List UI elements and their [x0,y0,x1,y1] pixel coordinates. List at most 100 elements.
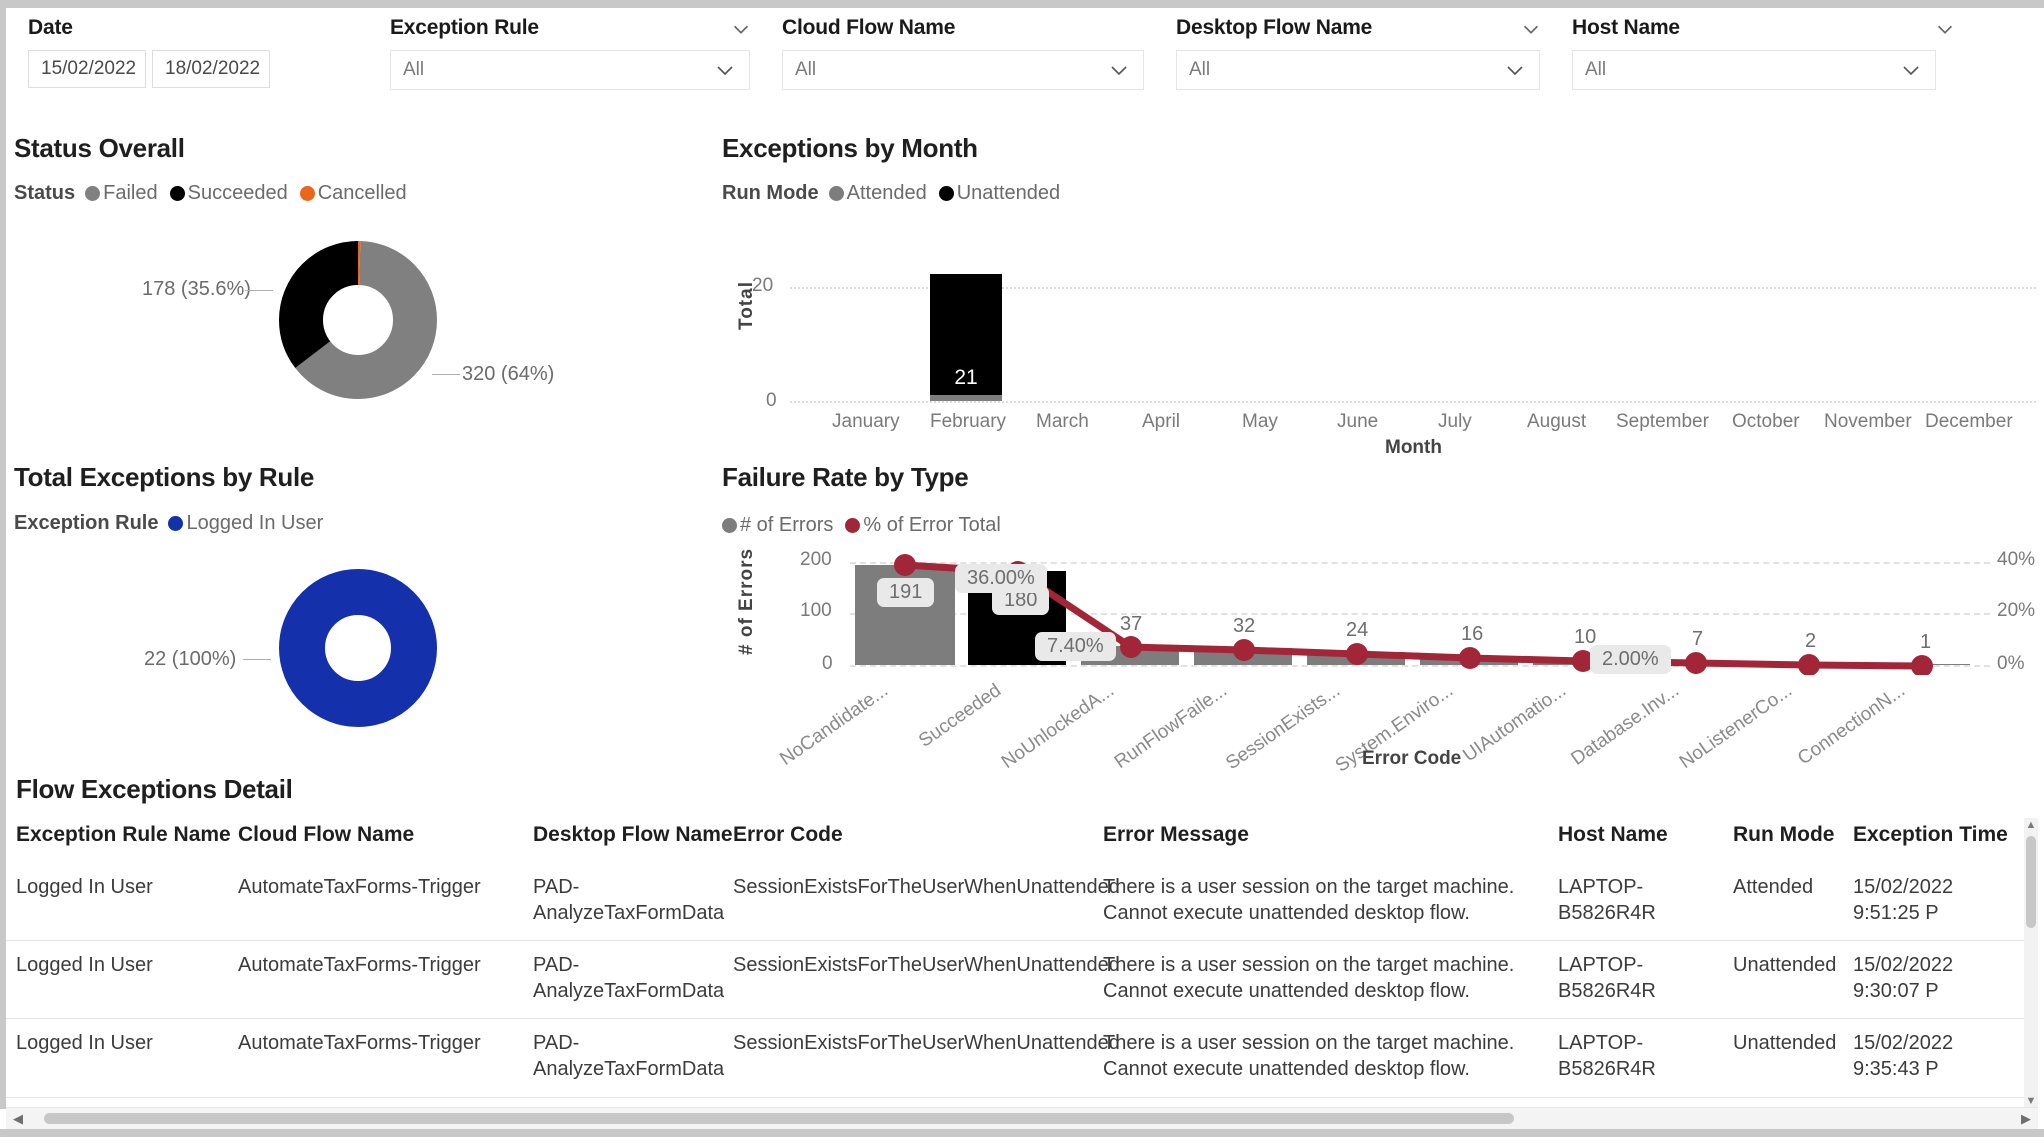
cell-host-name: LAPTOP-B5826R4R [1558,876,1656,924]
table-scroll-thumb-vertical[interactable] [2026,836,2036,928]
host-name-select[interactable]: All [1572,50,1936,90]
col-header-desktop-flow-name[interactable]: Desktop Flow Name [523,819,733,863]
bar-february-attended [930,395,1002,401]
date-range-inputs: 15/02/2022 18/02/2022 [28,50,270,88]
month-tick-june: June [1337,411,1379,432]
error-message-line-2: Cannot execute unattended desktop flow. [1103,979,1470,1002]
flow-exceptions-detail-table: Exception Rule Name Cloud Flow Name Desk… [6,819,2033,1137]
filter-host-name: Host Name All [1558,8,1970,108]
col-header-exception-rule-name[interactable]: Exception Rule Name [6,819,231,863]
bar-february-value: 21 [954,366,978,389]
cell-exception-time: 15/02/2022 9:35:43 P [1843,1018,2033,1098]
cell-cloud-flow-name: AutomateTaxForms-Trigger [228,940,523,1019]
legend-label-pct-error-total: % of Error Total [863,514,1001,536]
legend-label-failed: Failed [103,182,158,204]
bar-february[interactable]: 21 [930,274,1002,401]
table-row[interactable]: Logged In User AutomateTaxForms-Trigger … [6,940,2033,1019]
exception-rule-select[interactable]: All [390,50,750,90]
month-tick-november: November [1824,411,1912,432]
pareto-ytick-0: 0 [822,653,833,674]
cell-desktop-flow-name: PAD-AnalyzeTaxFormData [523,1018,724,1098]
chevron-down-icon[interactable] [730,18,752,40]
col-header-cloud-flow-name[interactable]: Cloud Flow Name [228,819,523,863]
total-exceptions-by-rule-legend: Exception Rule Logged In User [14,512,335,535]
filter-bar: Date 15/02/2022 18/02/2022 Exception Rul… [6,8,2044,108]
col-header-exception-time[interactable]: Exception Time [1843,819,2033,863]
cell-host-name: LAPTOP-B5826R4R [1548,940,1723,1019]
cell-exception-time: 15/02/2022 9:51:25 P [1853,876,1954,924]
month-tick-february: February [930,411,1007,432]
legend-item-failed[interactable]: Failed [85,182,158,205]
legend-label-logged-in-user: Logged In User [186,512,324,534]
legend-item-num-errors[interactable]: # of Errors [722,514,833,537]
legend-label-unattended: Unattended [956,182,1061,204]
filter-host-name-label: Host Name [1572,16,1680,39]
table-scroll-thumb-horizontal[interactable] [44,1113,1514,1124]
col-header-run-mode[interactable]: Run Mode [1723,819,1843,863]
table-row[interactable]: Logged In User AutomateTaxForms-Trigger … [6,1018,2033,1098]
pareto-bar-label-2: 37 [1120,613,1143,635]
month-tick-december: December [1925,411,2013,432]
col-header-error-code[interactable]: Error Code [723,819,1093,863]
pareto-xtick-1: Succeeded [915,680,1006,752]
pareto-bar-label-3: 32 [1233,615,1256,637]
scroll-up-arrow-icon[interactable]: ▲ [2024,818,2038,832]
pareto-xtick-7: Database.Inv... [1567,680,1684,770]
cell-exception-rule-name: Logged In User [6,1018,228,1098]
legend-label-succeeded: Succeeded [187,182,288,204]
pareto-x-axis-title: Error Code [1362,748,1462,769]
chevron-down-icon[interactable] [1520,18,1542,40]
status-donut-label-failed: 320 (64%) [462,363,555,385]
filter-date-label: Date [28,16,73,39]
flow-exceptions-detail-panel: Flow Exceptions Detail Exception Rule Na… [6,770,2036,1137]
legend-swatch-num-errors [722,518,737,533]
error-message-line-1: There is a user session on the target ma… [1103,1032,1515,1055]
table-vertical-scrollbar[interactable]: ▲ ▼ [2024,818,2038,1108]
col-header-error-message[interactable]: Error Message [1093,819,1548,863]
legend-item-attended[interactable]: Attended [828,182,927,205]
total-exceptions-by-rule-donut[interactable] [272,562,444,734]
pareto-bar-label-8: 2 [1805,630,1817,652]
pareto-pct-label-6: 2.00% [1590,645,1671,674]
table-horizontal-scrollbar[interactable]: ◀ ▶ [6,1107,2038,1129]
legend-item-pct-error-total[interactable]: % of Error Total [845,514,1001,537]
cell-desktop-flow-name: PAD-AnalyzeTaxFormData [523,940,724,1019]
legend-swatch-failed [85,186,101,201]
run-mode-legend-title: Run Mode [722,182,819,204]
status-overall-title: Status Overall [14,133,185,163]
scroll-right-arrow-icon[interactable]: ▶ [2014,1108,2038,1130]
error-message-line-2: Cannot execute unattended desktop flow. [1103,901,1470,924]
pareto-xtick-8: NoListenerCo... [1675,680,1797,773]
cell-error-message: There is a user session on the target ma… [1093,940,1548,1019]
cell-error-code: SessionExistsForTheUserWhenUnattended [733,876,1120,898]
rule-donut-leader-line [243,659,271,660]
month-tick-september: September [1616,411,1709,432]
cloud-flow-name-select[interactable]: All [782,50,1144,90]
pareto-y2tick-0: 0% [1997,653,2025,674]
table-row[interactable]: Logged In User AutomateTaxForms-Trigger … [6,863,2033,941]
month-tick-july: July [1438,411,1472,432]
status-legend-title: Status [14,182,76,204]
cell-run-mode: Unattended [1723,940,1843,1019]
legend-swatch-attended [828,186,844,201]
status-donut-label-succeeded: 178 (35.6%) [142,278,251,300]
pareto-bar-label-7: 7 [1692,628,1704,650]
col-header-host-name[interactable]: Host Name [1548,819,1723,863]
filter-exception-rule: Exception Rule All [376,8,766,108]
dashboard-page: Date 15/02/2022 18/02/2022 Exception Rul… [0,0,2044,1137]
chevron-down-icon [1107,58,1131,82]
status-overall-donut[interactable] [270,232,446,408]
legend-item-succeeded[interactable]: Succeeded [169,182,288,205]
scroll-left-arrow-icon[interactable]: ◀ [6,1108,30,1130]
date-end-input[interactable]: 18/02/2022 [152,50,270,88]
scroll-down-arrow-icon[interactable]: ▼ [2024,1094,2038,1108]
legend-item-cancelled[interactable]: Cancelled [299,182,407,205]
date-start-input[interactable]: 15/02/2022 [28,50,146,88]
desktop-flow-name-select[interactable]: All [1176,50,1540,90]
chevron-down-icon[interactable] [1934,18,1956,40]
pareto-xtick-9: ConnectionN... [1794,680,1910,770]
legend-item-logged-in-user[interactable]: Logged In User [168,512,323,535]
legend-item-unattended[interactable]: Unattended [938,182,1061,205]
exception-rule-value: All [403,59,425,80]
pareto-xtick-0: NoCandidate... [776,680,893,770]
